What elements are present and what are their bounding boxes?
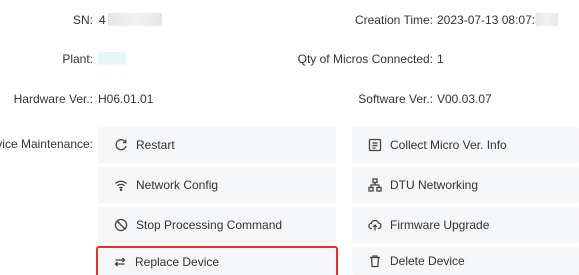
hardware-version-value: H06.01.01	[98, 92, 154, 106]
trash-icon	[368, 254, 382, 268]
restart-button-label: Restart	[136, 138, 175, 152]
sn-redaction	[108, 13, 162, 26]
collect-micro-ver-info-button[interactable]: Collect Micro Ver. Info	[352, 127, 579, 163]
software-version-value: V00.03.07	[437, 92, 492, 106]
creation-time-redaction	[536, 13, 558, 26]
software-version-label: Software Ver.:	[358, 92, 433, 106]
delete-device-button[interactable]: Delete Device	[352, 247, 579, 275]
plant-label: Plant:	[62, 52, 93, 66]
creation-time-label: Creation Time:	[354, 13, 433, 27]
dtu-networking-button-label: DTU Networking	[390, 178, 479, 192]
sn-label: SN:	[72, 13, 93, 27]
firmware-upgrade-button-label: Firmware Upgrade	[390, 218, 490, 232]
cloud-upload-icon	[368, 218, 382, 232]
hardware-version-label: Hardware Ver.:	[13, 92, 93, 106]
device-maintenance-label: Device Maintenance:	[0, 137, 93, 151]
replace-device-button[interactable]: Replace Device	[96, 246, 338, 275]
network-config-button[interactable]: Network Config	[98, 167, 336, 203]
restart-button[interactable]: Restart	[98, 127, 336, 163]
firmware-upgrade-button[interactable]: Firmware Upgrade	[352, 207, 579, 243]
network-tree-icon	[368, 178, 382, 192]
swap-icon	[113, 255, 127, 269]
wifi-icon	[114, 178, 128, 192]
device-detail-panel: SN: 4 Creation Time: 2023-07-13 08:07:33…	[0, 0, 579, 275]
creation-time-value: 2023-07-13 08:07:33	[437, 13, 549, 27]
dtu-networking-button[interactable]: DTU Networking	[352, 167, 579, 203]
collect-micro-ver-info-button-label: Collect Micro Ver. Info	[390, 138, 507, 152]
micros-connected-value: 1	[437, 52, 444, 66]
stop-processing-command-button[interactable]: Stop Processing Command	[98, 207, 336, 243]
sn-value: 4	[99, 13, 106, 27]
stop-icon	[114, 218, 128, 232]
micros-connected-label: Qty of Micros Connected:	[297, 52, 433, 66]
info-list-icon	[368, 138, 382, 152]
replace-device-button-label: Replace Device	[135, 255, 220, 269]
network-config-button-label: Network Config	[136, 178, 219, 192]
delete-device-button-label: Delete Device	[390, 254, 465, 268]
stop-processing-command-button-label: Stop Processing Command	[136, 218, 283, 232]
plant-redaction	[98, 52, 126, 65]
restart-icon	[114, 138, 128, 152]
